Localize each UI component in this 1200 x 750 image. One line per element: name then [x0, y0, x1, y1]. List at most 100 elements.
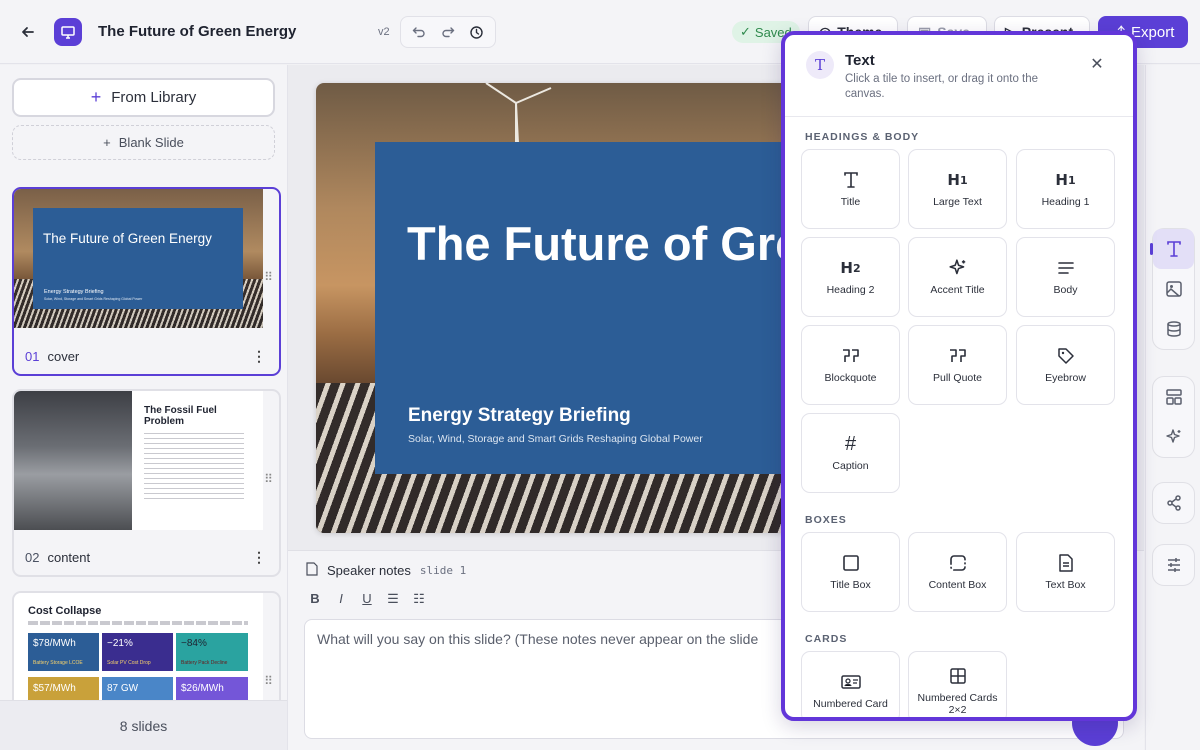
tag-icon [1057, 346, 1075, 366]
history-controls [400, 16, 496, 48]
more-options-icon[interactable]: ⋮ [251, 348, 267, 364]
thumbnail-tagline: Solar, Wind, Storage and Smart Grids Res… [44, 297, 143, 301]
slide-title[interactable]: The Future of Gree [407, 216, 827, 271]
stat-label: Battery Pack Decline [181, 660, 228, 666]
slide-number: 02 [25, 549, 40, 565]
tile-caption[interactable]: # Caption [801, 413, 900, 493]
settings-tools-group [1152, 544, 1195, 586]
tile-label: Blockquote [824, 372, 877, 384]
italic-icon[interactable]: I [334, 591, 348, 607]
data-tool-icon[interactable] [1153, 309, 1194, 349]
square-icon [842, 553, 860, 573]
thumbnail-subtitle: Energy Strategy Briefing [44, 289, 104, 295]
thumbnail-title: The Future of Green Energy [43, 231, 212, 246]
quote-icon [841, 346, 861, 366]
tile-label: Text Box [1045, 579, 1086, 591]
panel-title: Text [845, 52, 875, 69]
tile-label: Numbered Cards 2×2 [917, 692, 998, 716]
from-library-button[interactable]: + From Library [12, 78, 275, 117]
close-icon[interactable]: ✕ [1088, 55, 1106, 73]
thumbnail-footer: 01 cover [14, 338, 279, 374]
tile-numbered-card[interactable]: Numbered Card [801, 651, 900, 717]
tile-accent-title[interactable]: Accent Title [908, 237, 1007, 317]
stat-label: Battery Storage LCOE [33, 660, 83, 666]
tile-label: Eyebrow [1045, 372, 1086, 384]
tile-body[interactable]: Body [1016, 237, 1115, 317]
underline-icon[interactable]: U [360, 591, 374, 607]
slide-number: 01 [25, 348, 40, 364]
more-options-icon[interactable]: ⋮ [251, 549, 267, 565]
sliders-icon[interactable] [1153, 545, 1194, 585]
slide-thumbnail-3[interactable]: Cost Collapse $78/MWh Battery Storage LC… [12, 591, 281, 701]
undo-icon[interactable] [408, 21, 430, 43]
stat-card: −21% Solar PV Cost Drop [102, 633, 173, 671]
heading-1-icon: H1 [947, 171, 968, 189]
tile-eyebrow[interactable]: Eyebrow [1016, 325, 1115, 405]
check-icon: ✓ [740, 24, 751, 39]
slide-thumbnail-1[interactable]: The Future of Green Energy Energy Strate… [12, 187, 281, 376]
notes-label: Speaker notes [327, 563, 411, 578]
drag-handle-icon[interactable]: ⠿ [262, 271, 274, 290]
ai-sparkle-icon[interactable] [1153, 417, 1194, 457]
export-label: Export [1131, 23, 1175, 41]
tile-pull-quote[interactable]: Pull Quote [908, 325, 1007, 405]
thumbnail-title: Cost Collapse [28, 605, 102, 617]
stat-value: −21% [107, 638, 133, 649]
slide-tagline[interactable]: Solar, Wind, Storage and Smart Grids Res… [408, 433, 703, 445]
title-icon [842, 170, 860, 190]
layout-tools-group [1152, 376, 1195, 458]
version-label: v2 [378, 26, 390, 38]
slides-sidebar: + From Library + Blank Slide The Future … [0, 65, 288, 750]
stat-card: −84% Battery Pack Decline [176, 633, 248, 671]
stat-value: $57/MWh [33, 683, 76, 694]
layout-tool-icon[interactable] [1153, 377, 1194, 417]
notes-toolbar: B I U ☰ ☷ [308, 591, 426, 607]
redo-icon[interactable] [437, 21, 459, 43]
tile-blockquote[interactable]: Blockquote [801, 325, 900, 405]
back-arrow-icon[interactable] [14, 18, 42, 46]
dashed-square-icon [949, 553, 967, 573]
tile-title-box[interactable]: Title Box [801, 532, 900, 612]
plus-icon: + [90, 87, 102, 107]
drag-handle-icon[interactable]: ⠿ [262, 675, 274, 694]
tile-text-box[interactable]: Text Box [1016, 532, 1115, 612]
tile-large-text[interactable]: H1 Large Text [908, 149, 1007, 229]
tile-label: Heading 1 [1041, 196, 1090, 208]
stat-value: $78/MWh [33, 638, 76, 649]
slide-thumbnail-preview: The Fossil Fuel Problem [14, 391, 263, 530]
section-label-boxes: BOXES [805, 514, 847, 526]
slide-subtitle[interactable]: Energy Strategy Briefing [408, 405, 631, 427]
tile-label: Body [1053, 284, 1078, 296]
bold-icon[interactable]: B [308, 591, 322, 607]
from-library-label: From Library [111, 89, 197, 106]
active-tool-indicator [1150, 243, 1153, 255]
tile-numbered-cards-2x2[interactable]: Numbered Cards 2×2 [908, 651, 1007, 717]
stat-value: $26/MWh [181, 683, 224, 694]
text-tool-icon[interactable] [1153, 229, 1194, 269]
blank-slide-button[interactable]: + Blank Slide [12, 125, 275, 160]
image-tool-icon[interactable] [1153, 269, 1194, 309]
share-icon[interactable] [1153, 483, 1194, 523]
notes-slide-ref: slide 1 [419, 564, 467, 577]
drag-handle-icon[interactable]: ⠿ [262, 473, 274, 492]
slide-name: content [47, 549, 91, 565]
stat-card: 87 GW [102, 677, 173, 701]
text-insert-panel: T Text Click a tile to insert, or drag i… [781, 31, 1137, 721]
history-icon[interactable] [466, 21, 488, 43]
tile-content-box[interactable]: Content Box [908, 532, 1007, 612]
tile-label: Title Box [830, 579, 871, 591]
bullet-list-icon[interactable]: ☰ [386, 591, 400, 607]
tile-label: Caption [832, 460, 869, 472]
plus-icon: + [103, 135, 111, 150]
tile-heading-2[interactable]: H2 Heading 2 [801, 237, 900, 317]
slide-thumbnail-2[interactable]: The Fossil Fuel Problem 02 content ⋮ [12, 389, 281, 577]
hash-icon: # [844, 432, 857, 455]
tile-label: Title [840, 196, 861, 208]
tile-heading-1[interactable]: H1 Heading 1 [1016, 149, 1115, 229]
numbered-list-icon[interactable]: ☷ [412, 591, 426, 607]
tile-label: Numbered Card [813, 698, 888, 710]
notes-header: Speaker notes slide 1 [306, 562, 466, 579]
tile-label: Pull Quote [932, 372, 983, 384]
tile-title[interactable]: Title [801, 149, 900, 229]
document-title[interactable]: The Future of Green Energy [98, 23, 296, 40]
